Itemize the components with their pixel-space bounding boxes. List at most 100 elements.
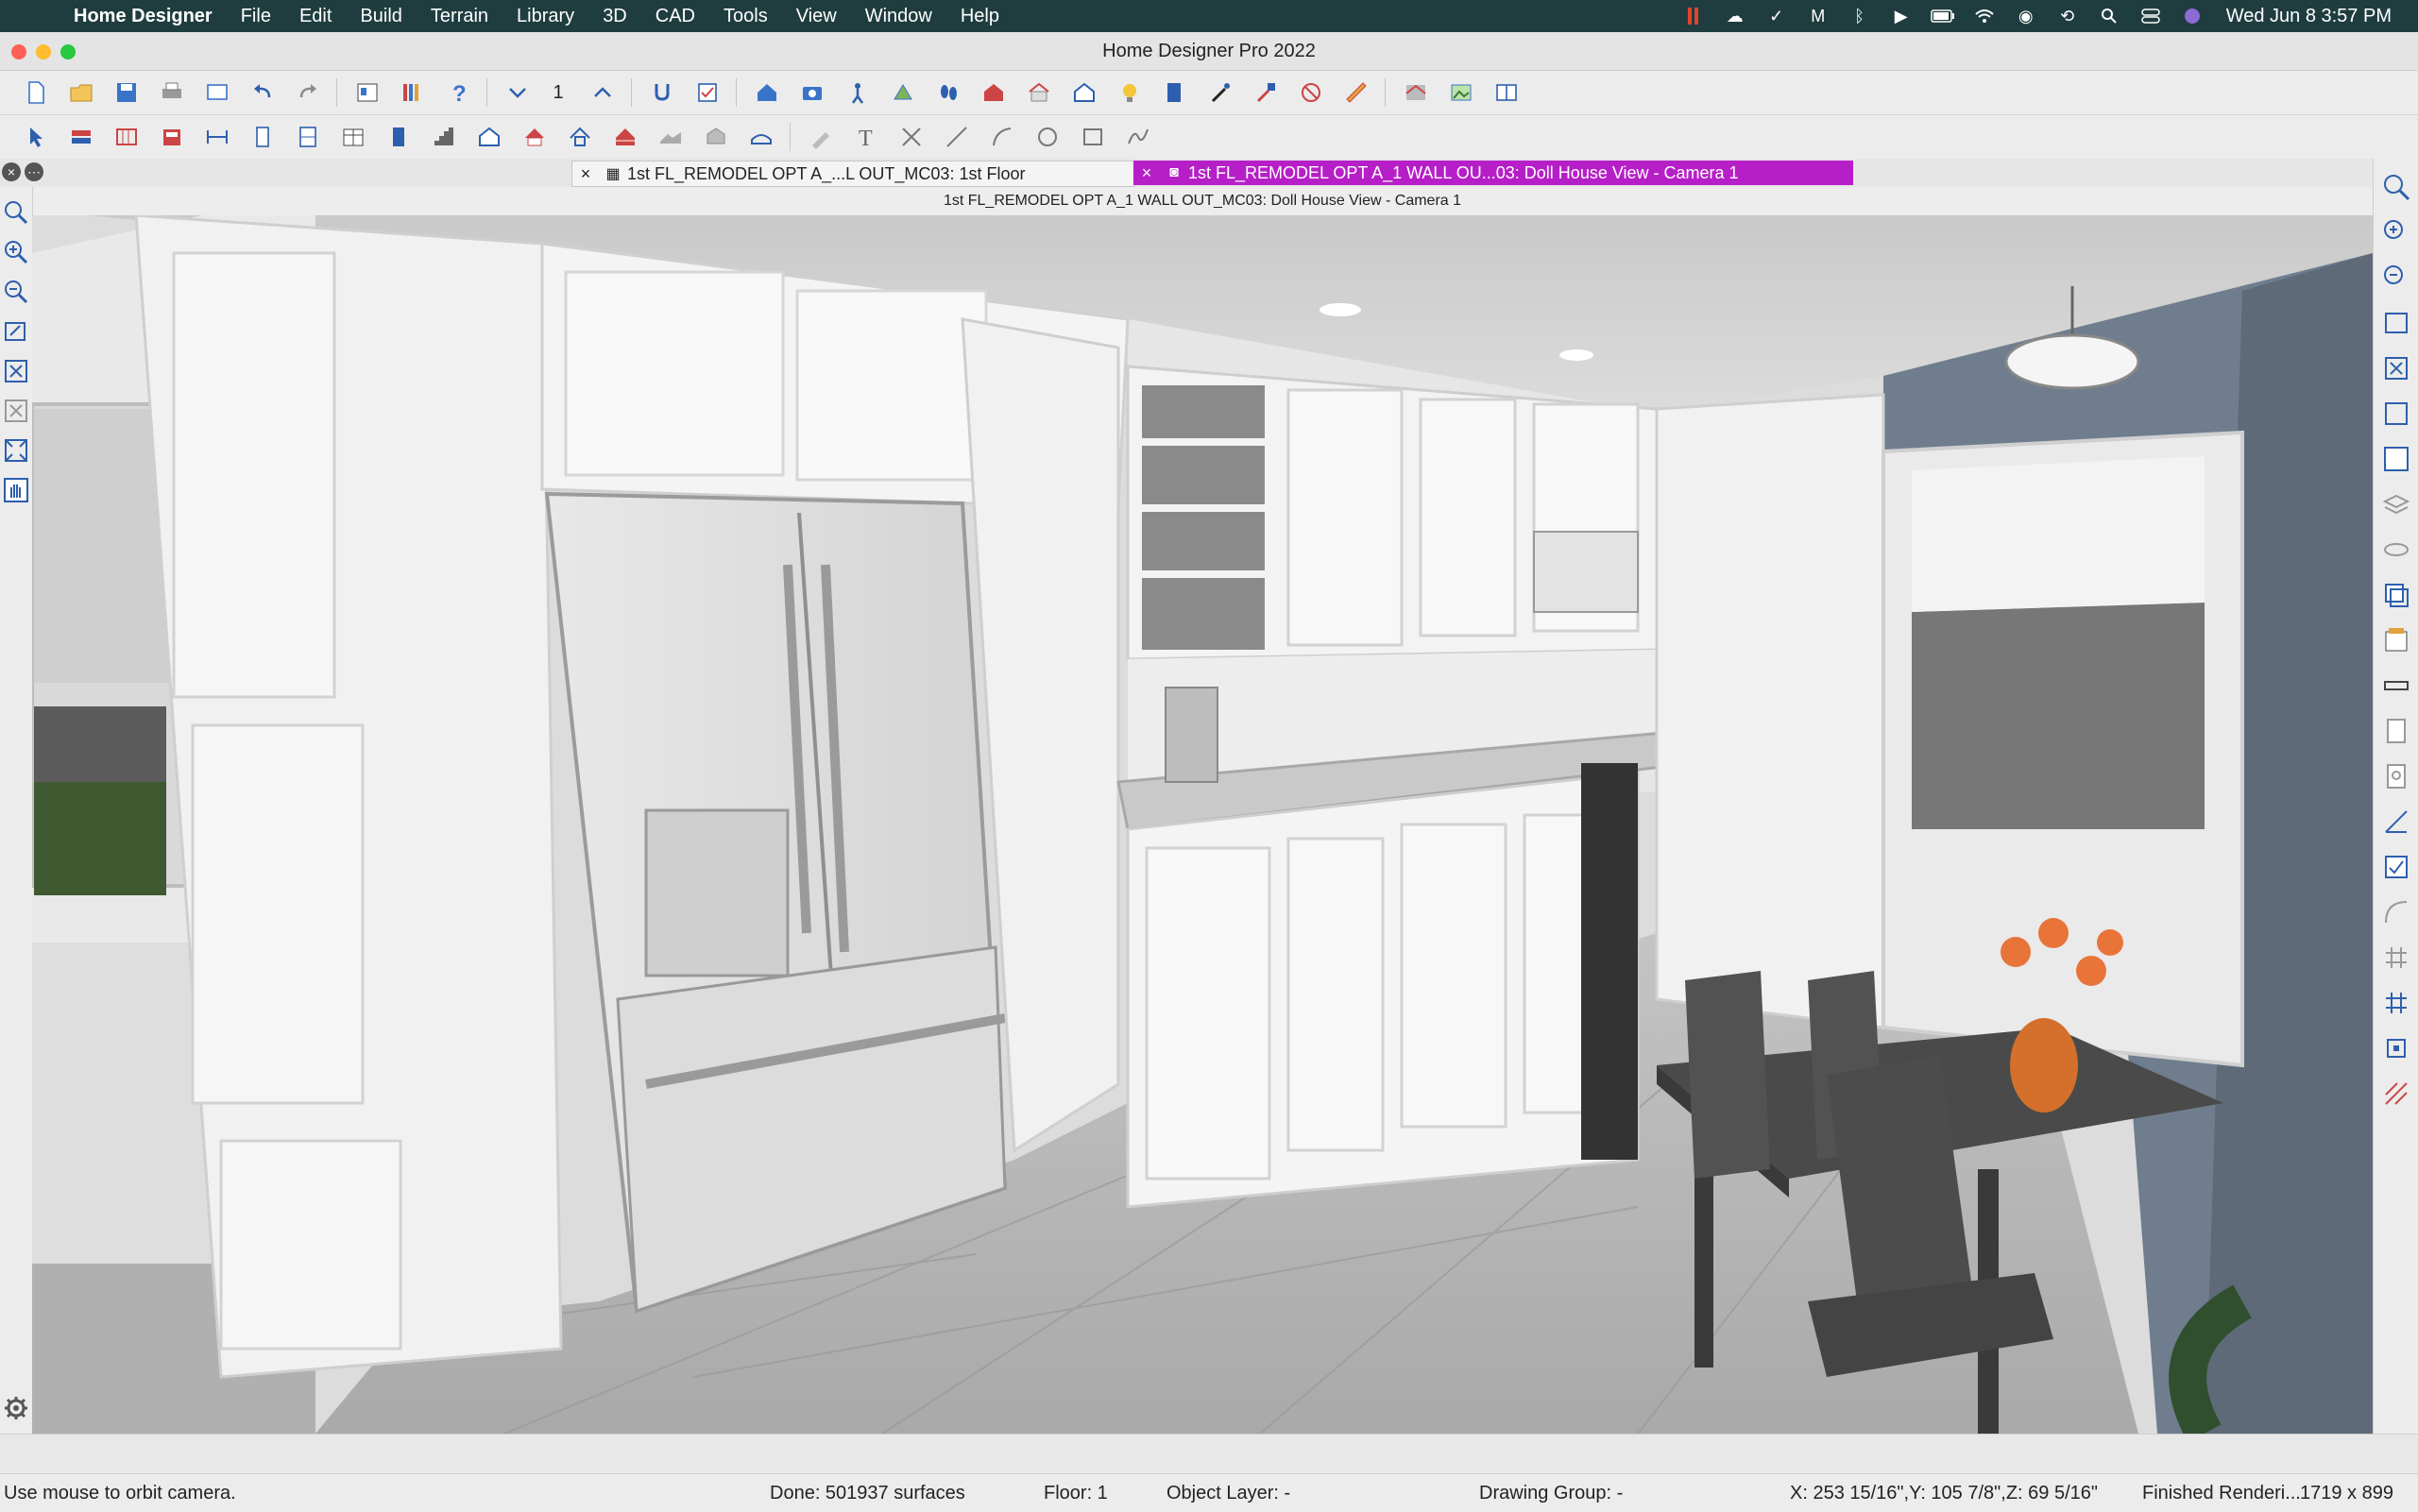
print-button[interactable] <box>157 77 187 108</box>
paint-icon[interactable] <box>1251 77 1281 108</box>
pencil-icon[interactable] <box>806 122 836 152</box>
cabinet-tool-icon[interactable] <box>157 122 187 152</box>
light-bulb-icon[interactable] <box>1115 77 1145 108</box>
zoom-out-icon[interactable] <box>2379 261 2413 295</box>
malwarebytes-icon[interactable]: M <box>1805 4 1831 28</box>
doll-house-3d-view[interactable] <box>32 215 2373 1434</box>
menu-edit[interactable]: Edit <box>299 6 332 27</box>
image-export-icon[interactable] <box>1446 77 1476 108</box>
menu-tools[interactable]: Tools <box>724 6 768 27</box>
print-preview-button[interactable] <box>202 77 232 108</box>
grid-snap-icon[interactable] <box>2379 986 2413 1020</box>
fill-window-building-icon[interactable] <box>2 397 30 425</box>
wall-tool-icon[interactable] <box>66 122 96 152</box>
grid-icon[interactable] <box>2379 941 2413 975</box>
orbit-icon[interactable] <box>2379 533 2413 567</box>
arc-tool-icon[interactable] <box>987 122 1017 152</box>
play-icon[interactable]: ▶ <box>1888 4 1915 28</box>
battery-icon[interactable] <box>1930 4 1956 28</box>
symbol-icon[interactable] <box>701 122 731 152</box>
menu-3d[interactable]: 3D <box>603 6 627 27</box>
no-paint-icon[interactable] <box>1296 77 1326 108</box>
eyedropper-icon[interactable] <box>1205 77 1235 108</box>
save-button[interactable] <box>111 77 142 108</box>
fill-window-all-icon[interactable] <box>2379 397 2413 431</box>
window-tool-icon[interactable] <box>293 122 323 152</box>
perspective-icon[interactable] <box>888 77 918 108</box>
horizontal-scrollbar[interactable] <box>0 1434 2418 1474</box>
floor-down-icon[interactable] <box>502 77 533 108</box>
brick-roof-icon[interactable] <box>610 122 640 152</box>
angle-snap-icon[interactable] <box>2379 895 2413 929</box>
siri-icon[interactable] <box>2179 4 2205 28</box>
settings-gear-icon[interactable] <box>4 1396 28 1425</box>
app-menu[interactable]: Home Designer <box>74 6 213 27</box>
library-browser-icon[interactable] <box>398 77 428 108</box>
floor-up-icon[interactable] <box>587 77 618 108</box>
close-all-tabs-icon[interactable]: × <box>2 162 21 181</box>
render-mode-icon[interactable] <box>1401 77 1431 108</box>
checklist-icon[interactable] <box>692 77 723 108</box>
menu-file[interactable]: File <box>241 6 271 27</box>
dollhouse-icon[interactable] <box>979 77 1009 108</box>
zoom-in-icon[interactable] <box>2379 215 2413 249</box>
tile-windows-icon[interactable] <box>1491 77 1522 108</box>
circle-tool-icon[interactable] <box>1032 122 1063 152</box>
zoom-out-icon[interactable] <box>2 278 30 306</box>
pan-hand-icon[interactable] <box>2 476 30 504</box>
cross-section-icon[interactable] <box>1024 77 1054 108</box>
ruler-icon[interactable] <box>2379 669 2413 703</box>
menu-build[interactable]: Build <box>360 6 401 27</box>
material-icon[interactable] <box>1160 77 1190 108</box>
menu-terrain[interactable]: Terrain <box>431 6 488 27</box>
room-icon[interactable] <box>474 122 504 152</box>
select-arrow-icon[interactable] <box>21 122 51 152</box>
tab-options-icon[interactable]: ⋯ <box>25 162 43 181</box>
measure-icon[interactable] <box>1341 77 1371 108</box>
open-folder-button[interactable] <box>66 77 96 108</box>
menu-cad[interactable]: CAD <box>656 6 695 27</box>
spline-tool-icon[interactable] <box>1123 122 1153 152</box>
menu-library[interactable]: Library <box>517 6 574 27</box>
rectangle-tool-icon[interactable] <box>1078 122 1108 152</box>
door-tool-icon[interactable] <box>247 122 278 152</box>
camera-view-icon[interactable] <box>752 77 782 108</box>
bluetooth-icon[interactable]: ᛒ <box>1847 4 1873 28</box>
help-icon[interactable]: ? <box>443 77 473 108</box>
redo-icon[interactable] <box>293 77 323 108</box>
fill-window-icon[interactable] <box>2 357 30 385</box>
fill-window-icon[interactable] <box>2379 351 2413 385</box>
undo-icon[interactable] <box>247 77 278 108</box>
close-tab-icon[interactable]: × <box>1133 163 1160 183</box>
new-file-button[interactable] <box>21 77 51 108</box>
time-machine-icon[interactable]: ⟲ <box>2054 4 2081 28</box>
fixture-icon[interactable] <box>383 122 414 152</box>
checkmark-icon[interactable]: ✓ <box>1763 4 1790 28</box>
x-mark-icon[interactable] <box>896 122 927 152</box>
text-tool-icon[interactable]: T <box>851 122 881 152</box>
line-tool-icon[interactable] <box>942 122 972 152</box>
material-list-icon[interactable] <box>2379 623 2413 657</box>
zoom-icon[interactable] <box>2379 170 2413 204</box>
zoom-icon[interactable] <box>2 198 30 227</box>
close-tab-icon[interactable]: × <box>572 164 599 184</box>
walkthrough-icon[interactable] <box>843 77 873 108</box>
tab-1st-floor[interactable]: × ▦ 1st FL_REMODEL OPT A_...L OUT_MC03: … <box>571 161 1135 187</box>
object-snap-icon[interactable] <box>2379 1031 2413 1065</box>
camera-icon[interactable] <box>797 77 827 108</box>
fill-window-all-icon[interactable] <box>2 436 30 465</box>
undo-zoom-icon[interactable] <box>2 317 30 346</box>
plan-view-icon[interactable] <box>352 77 383 108</box>
stairs-icon[interactable] <box>429 122 459 152</box>
blank-page-icon[interactable] <box>2379 714 2413 748</box>
find-icon[interactable] <box>2379 759 2413 793</box>
layers-icon[interactable] <box>2379 487 2413 521</box>
menubar-clock[interactable]: Wed Jun 8 3:57 PM <box>2226 6 2392 27</box>
spotlight-search-icon[interactable] <box>2096 4 2122 28</box>
edit-angle-icon[interactable] <box>2379 805 2413 839</box>
tab-doll-house-view[interactable]: × ◙ 1st FL_REMODEL OPT A_1 WALL OU...03:… <box>1133 161 1853 185</box>
hatch-icon[interactable] <box>2379 1077 2413 1111</box>
shape-icon[interactable] <box>746 122 776 152</box>
creative-cloud-icon[interactable]: ☁ <box>1722 4 1748 28</box>
menu-window[interactable]: Window <box>865 6 932 27</box>
